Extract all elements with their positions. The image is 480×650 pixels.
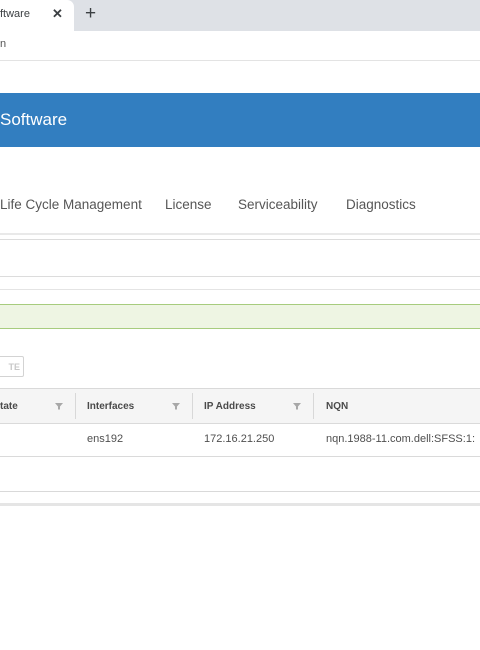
nav-divider <box>0 233 480 235</box>
browser-tab-title: ftware <box>0 8 30 20</box>
row-divider <box>0 456 480 457</box>
tab-serviceability[interactable]: Serviceability <box>238 197 318 212</box>
close-tab-icon[interactable]: ✕ <box>52 6 63 22</box>
filter-icon[interactable] <box>291 400 303 412</box>
column-separator[interactable] <box>313 393 314 419</box>
new-tab-icon[interactable]: + <box>85 3 96 25</box>
tab-license[interactable]: License <box>165 197 212 212</box>
cell-interface: ens192 <box>87 433 124 445</box>
cell-nqn: nqn.1988-11.com.dell:SFSS:1: <box>326 433 475 445</box>
tab-diagnostics[interactable]: Diagnostics <box>346 197 416 212</box>
column-header-state[interactable]: tate <box>0 401 18 412</box>
filter-input[interactable] <box>0 239 480 277</box>
filter-icon[interactable] <box>170 400 182 412</box>
column-header-nqn[interactable]: NQN <box>326 401 348 412</box>
column-header-ip-address[interactable]: IP Address <box>204 401 256 412</box>
column-separator[interactable] <box>192 393 193 419</box>
app-header <box>0 93 480 147</box>
divider <box>0 289 480 290</box>
address-bar-text: n <box>0 38 7 50</box>
section-divider <box>0 503 480 506</box>
state-button[interactable]: TE <box>0 356 24 377</box>
app-title: Software <box>0 110 68 129</box>
success-status-bar <box>0 304 480 329</box>
address-bar[interactable] <box>0 31 480 61</box>
tab-life-cycle-management[interactable]: Life Cycle Management <box>0 197 142 212</box>
cell-ip-address: 172.16.21.250 <box>204 433 275 445</box>
filter-icon[interactable] <box>53 400 65 412</box>
column-header-interfaces[interactable]: Interfaces <box>87 401 134 412</box>
column-separator[interactable] <box>75 393 76 419</box>
